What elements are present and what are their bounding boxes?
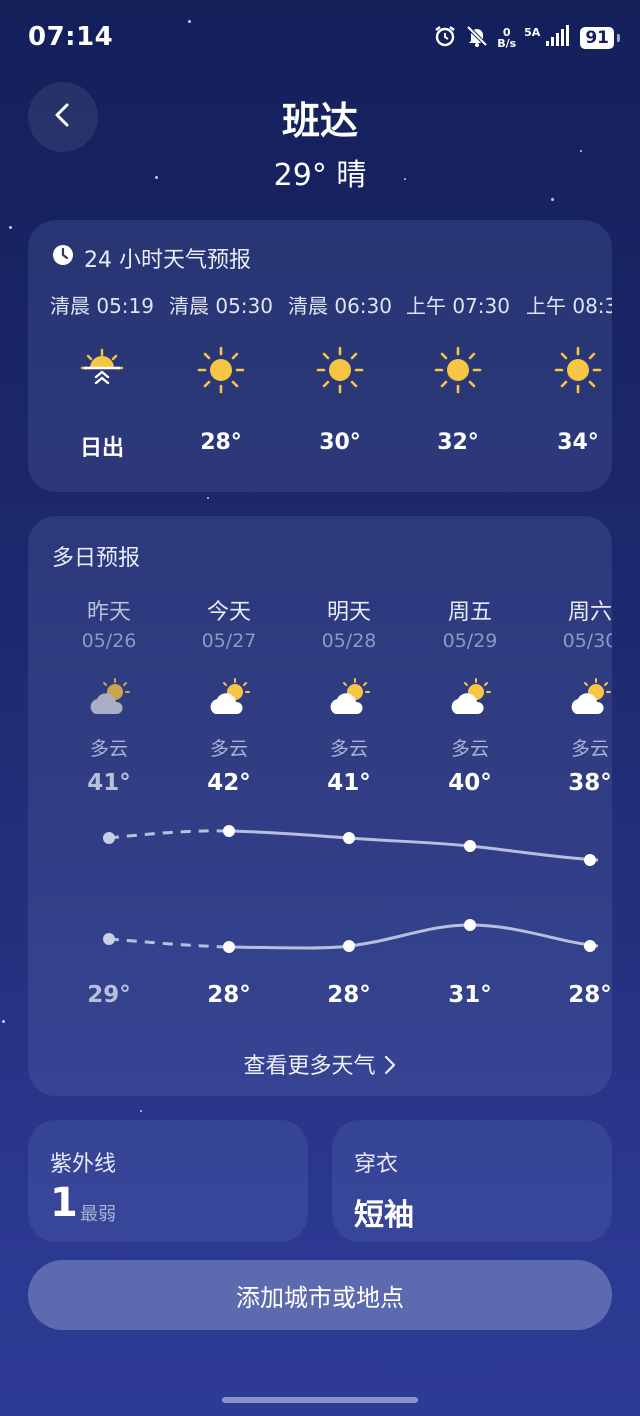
low-point (223, 941, 235, 953)
day-name: 明天 (326, 600, 371, 625)
day-condition: 多云 (570, 738, 609, 760)
day-condition: 多云 (209, 738, 248, 760)
hour-time: 上午 08:30 (526, 294, 612, 318)
day-date: 05/27 (201, 630, 257, 652)
low-point (103, 933, 115, 945)
daily-item: 昨天 05/26 多云 41° 29° (49, 594, 169, 1008)
status-time: 07:14 (28, 22, 114, 52)
day-date: 05/30 (562, 630, 612, 652)
day-name: 周六 (567, 600, 612, 625)
day-condition: 多云 (329, 738, 368, 760)
partly-cloudy-icon (85, 678, 133, 718)
sunrise-icon (78, 346, 126, 394)
net-speed: 0 B/s (497, 27, 516, 49)
clothing-card[interactable]: 穿衣 短袖 (332, 1120, 612, 1242)
high-point (584, 854, 596, 866)
daily-item: 周六 05/30 多云 38° 28° (530, 594, 612, 1008)
day-low: 28° (207, 982, 251, 1008)
hour-value: 28° (200, 430, 242, 455)
alarm-icon (433, 24, 457, 52)
daily-item: 周五 05/29 多云 40° 31° (410, 594, 530, 1008)
uv-value: 1 (50, 1180, 78, 1226)
high-point (464, 840, 476, 852)
high-point (103, 832, 115, 844)
day-condition: 多云 (450, 738, 489, 760)
sun-icon (197, 346, 245, 394)
day-low: 31° (448, 982, 492, 1008)
hourly-item: 清晨 06:30 30° (280, 290, 400, 455)
hour-time: 清晨 05:19 (50, 294, 154, 318)
chevron-right-icon (383, 1054, 397, 1079)
uv-description: 最弱 (80, 1204, 116, 1225)
high-point (343, 832, 355, 844)
hour-time: 上午 07:30 (406, 294, 510, 318)
day-high: 40° (448, 770, 492, 796)
low-point (343, 940, 355, 952)
bell-muted-icon (465, 24, 489, 52)
current-weather: 29° 晴 (273, 158, 367, 193)
day-high: 41° (327, 770, 371, 796)
partly-cloudy-icon (446, 678, 494, 718)
clothing-value: 短袖 (354, 1198, 414, 1233)
hourly-title: 24 小时天气预报 (84, 248, 251, 273)
daily-item: 今天 05/27 多云 42° 28° (169, 594, 289, 1008)
low-point (464, 919, 476, 931)
daily-forecast-card[interactable]: 多日预报 昨天 05/26 多云 41° 29° 今天 05/27 多云 42° (28, 516, 612, 1096)
day-low: 29° (87, 982, 131, 1008)
daily-item: 明天 05/28 多云 41° 28° (289, 594, 409, 1008)
hour-time: 清晨 06:30 (288, 294, 392, 318)
partly-cloudy-icon (566, 678, 612, 718)
hourly-item: 上午 07:30 32° (398, 290, 518, 455)
partly-cloudy-icon (325, 678, 373, 718)
day-name: 今天 (206, 600, 251, 625)
hour-value: 30° (319, 430, 361, 455)
low-curve (228, 923, 599, 950)
status-bar: 07:14 0 B/s 5A 91 (0, 0, 640, 80)
day-condition: 多云 (89, 738, 128, 760)
partly-cloudy-icon (205, 678, 253, 718)
more-weather-label: 查看更多天气 (243, 1054, 376, 1079)
clothing-label: 穿衣 (354, 1152, 399, 1177)
low-point (584, 940, 596, 952)
more-weather-link[interactable]: 查看更多天气 (28, 1048, 612, 1080)
hourly-item: 清晨 05:19 日出 (42, 290, 162, 461)
day-high: 42° (207, 770, 251, 796)
hourly-title-row: 24 小时天气预报 (52, 242, 251, 274)
sun-icon (316, 346, 364, 394)
high-curve (228, 829, 599, 862)
low-curve-yesterday (108, 937, 230, 949)
day-high: 38° (568, 770, 612, 796)
hour-value: 32° (437, 430, 479, 455)
sun-icon (554, 346, 602, 394)
day-low: 28° (327, 982, 371, 1008)
day-name: 周五 (447, 600, 492, 625)
day-date: 05/28 (321, 630, 377, 652)
net-speed-unit: B/s (497, 37, 517, 50)
sun-icon (434, 346, 482, 394)
day-high: 41° (87, 770, 131, 796)
home-indicator[interactable] (222, 1397, 418, 1403)
network-type: 5A (524, 26, 541, 39)
city-name: 班达 (281, 99, 358, 143)
day-date: 05/29 (442, 630, 498, 652)
hourly-item: 清晨 05:30 28° (161, 290, 281, 455)
uv-card[interactable]: 紫外线 1 最弱 (28, 1120, 308, 1242)
high-point (223, 825, 235, 837)
signal-icon (546, 25, 572, 51)
day-name: 昨天 (86, 600, 131, 625)
uv-label: 紫外线 (50, 1152, 117, 1177)
hour-value: 34° (557, 430, 599, 455)
battery-indicator: 91 (580, 27, 620, 49)
add-city-button[interactable]: 添加城市或地点 (28, 1260, 612, 1330)
status-icons: 0 B/s 5A 91 (433, 24, 620, 52)
day-low: 28° (568, 982, 612, 1008)
hour-time: 清晨 05:30 (169, 294, 273, 318)
high-curve-yesterday (108, 829, 230, 840)
hourly-forecast-card[interactable]: 24 小时天气预报 清晨 05:19 日出 清晨 05:30 28° 清晨 06… (28, 220, 612, 492)
clock-icon (52, 244, 74, 272)
hour-value: 日出 (79, 436, 124, 461)
hourly-item: 上午 08:30 34° (518, 290, 612, 455)
day-date: 05/26 (81, 630, 137, 652)
